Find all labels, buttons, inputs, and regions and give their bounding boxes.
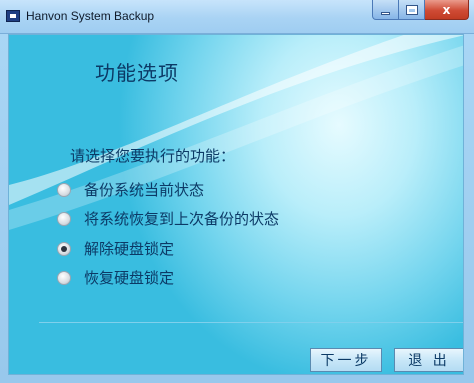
content-panel: 功能选项 请选择您要执行的功能： 备份系统当前状态 将系统恢复到上次备份的状态 …	[8, 34, 464, 375]
maximize-button[interactable]	[399, 0, 425, 20]
close-icon: x	[442, 2, 451, 17]
option-unlock-disk[interactable]: 解除硬盘锁定	[57, 238, 174, 259]
option-backup-current-state[interactable]: 备份系统当前状态	[57, 179, 204, 200]
app-window: Hanvon System Backup x 功能选项 请选择您要执行的功能：	[0, 0, 474, 383]
close-button[interactable]: x	[425, 0, 469, 20]
window-controls: x	[372, 0, 469, 20]
option-label: 备份系统当前状态	[84, 181, 205, 199]
option-label: 恢复硬盘锁定	[84, 269, 175, 287]
background-swoosh	[9, 35, 463, 230]
title-bar[interactable]: Hanvon System Backup x	[0, 0, 474, 34]
radio-checked-icon[interactable]	[57, 241, 71, 256]
next-button[interactable]: 下一步	[310, 348, 382, 372]
radio-icon[interactable]	[57, 182, 71, 197]
page-title: 功能选项	[95, 61, 179, 85]
minimize-button[interactable]	[372, 0, 399, 20]
radio-icon[interactable]	[57, 211, 71, 226]
app-icon	[6, 10, 20, 22]
maximize-icon	[405, 4, 418, 15]
window-title: Hanvon System Backup	[26, 9, 155, 23]
option-label: 解除硬盘锁定	[84, 240, 175, 258]
exit-button[interactable]: 退 出	[394, 348, 463, 372]
option-restore-last-backup[interactable]: 将系统恢复到上次备份的状态	[57, 208, 279, 229]
option-prompt: 请选择您要执行的功能：	[70, 147, 236, 165]
option-restore-disk-lock[interactable]: 恢复硬盘锁定	[57, 267, 174, 288]
radio-icon[interactable]	[57, 270, 71, 285]
divider	[39, 322, 463, 323]
minimize-icon	[381, 11, 390, 15]
option-label: 将系统恢复到上次备份的状态	[84, 210, 280, 228]
window-frame: 功能选项 请选择您要执行的功能： 备份系统当前状态 将系统恢复到上次备份的状态 …	[0, 34, 474, 383]
